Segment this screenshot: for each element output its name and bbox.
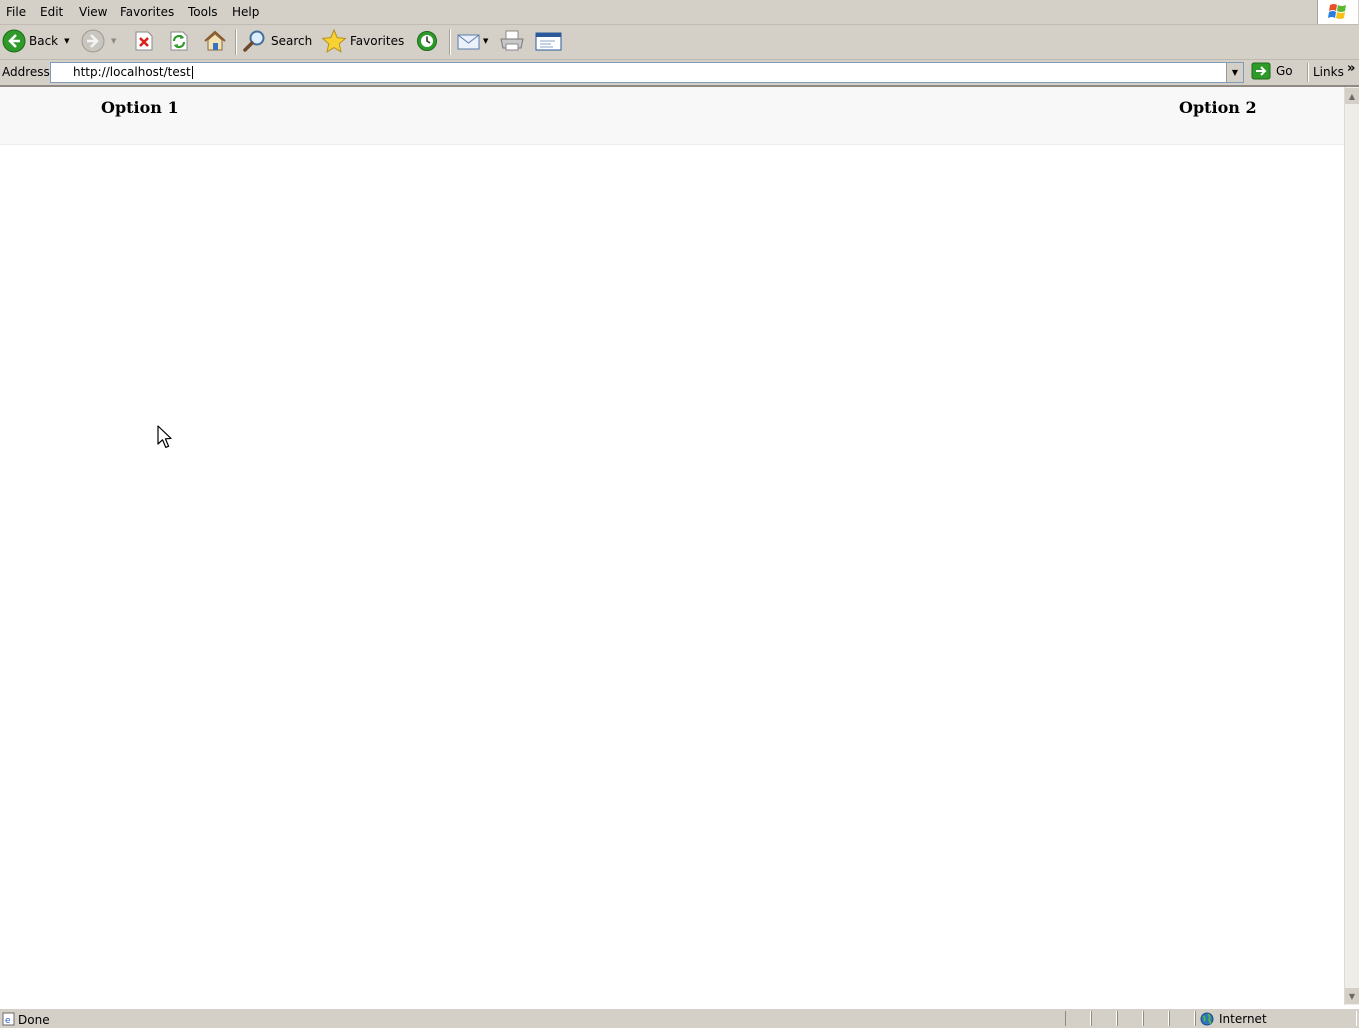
chevron-right-icon[interactable]: » [1347,61,1355,76]
vertical-scrollbar[interactable]: ▲ ▼ [1344,87,1359,1005]
favorites-label: Favorites [350,34,405,48]
security-zone: Internet [1200,1012,1267,1026]
address-url: http://localhost/test [73,65,191,79]
print-button[interactable] [499,30,525,52]
mail-dropdown-icon[interactable]: ▼ [483,37,488,45]
refresh-button[interactable] [168,30,190,52]
back-label: Back [29,34,59,48]
forward-dropdown-icon[interactable]: ▼ [111,37,116,45]
ie-page-icon: e [2,1012,15,1026]
menu-favorites[interactable]: Favorites [120,5,174,19]
search-label: Search [271,34,313,48]
chevron-down-icon: ▼ [1348,991,1356,1001]
search-button[interactable]: Search [242,29,312,53]
page-icon [55,65,69,79]
menu-tools[interactable]: Tools [188,5,218,19]
windows-logo-icon [1317,0,1358,24]
forward-button[interactable]: ▼ [81,29,116,53]
history-button[interactable] [415,30,439,52]
history-clock-icon [417,31,437,51]
status-bar: e Done Internet [0,1008,1359,1028]
option-2-link[interactable]: Option 2 [1179,98,1257,117]
home-button[interactable] [202,29,228,53]
options-nav: Option 1 Option 2 [0,87,1344,145]
standard-toolbar: Back ▼ ▼ Search Favorites ▼ [0,25,1359,60]
address-dropdown-button[interactable]: ▼ [1226,63,1243,82]
status-pane [1169,1011,1195,1026]
menu-view[interactable]: View [79,5,107,19]
menu-file[interactable]: File [6,5,26,19]
page-content: Option 1 Option 2 [0,87,1344,1005]
printer-icon [500,30,524,51]
stop-icon [135,31,153,51]
mail-button[interactable]: ▼ [456,30,488,52]
zone-label: Internet [1219,1012,1267,1026]
menu-help[interactable]: Help [232,5,259,19]
links-button[interactable]: Links [1313,65,1344,79]
favorites-button[interactable]: Favorites [321,29,404,53]
edit-button[interactable] [535,30,562,52]
go-arrow-icon [1251,62,1271,80]
go-label: Go [1276,64,1293,78]
star-icon [321,29,347,53]
scroll-up-button[interactable]: ▲ [1345,88,1359,104]
chevron-up-icon: ▲ [1348,91,1356,101]
back-arrow-icon [2,29,26,53]
forward-arrow-icon [81,29,105,53]
search-icon [243,30,265,52]
chevron-down-icon: ▼ [1231,68,1239,77]
back-dropdown-icon[interactable]: ▼ [64,37,69,45]
menu-edit[interactable]: Edit [40,5,63,19]
address-bar: Address http://localhost/test ▼ Go Links… [0,60,1359,87]
option-1-link[interactable]: Option 1 [101,98,179,117]
stop-button[interactable] [133,30,155,52]
go-button[interactable]: Go [1251,62,1293,80]
status-text: Done [18,1013,50,1027]
mouse-cursor-icon [157,425,175,454]
mail-envelope-icon [457,34,480,50]
status-pane [1091,1011,1117,1026]
address-input[interactable]: http://localhost/test ▼ [50,62,1244,83]
globe-icon [1200,1012,1214,1026]
menu-bar: File Edit View Favorites Tools Help [0,0,1359,25]
refresh-icon [170,31,188,51]
scroll-down-button[interactable]: ▼ [1345,988,1359,1004]
status-pane [1143,1011,1169,1026]
text-caret [191,66,193,79]
address-label: Address [2,65,50,79]
status-pane [1117,1011,1143,1026]
home-icon [204,30,226,51]
svg-text:e: e [5,1016,11,1026]
status-pane [1065,1011,1091,1026]
back-button[interactable]: Back ▼ [2,29,70,53]
edit-page-icon [535,32,562,51]
